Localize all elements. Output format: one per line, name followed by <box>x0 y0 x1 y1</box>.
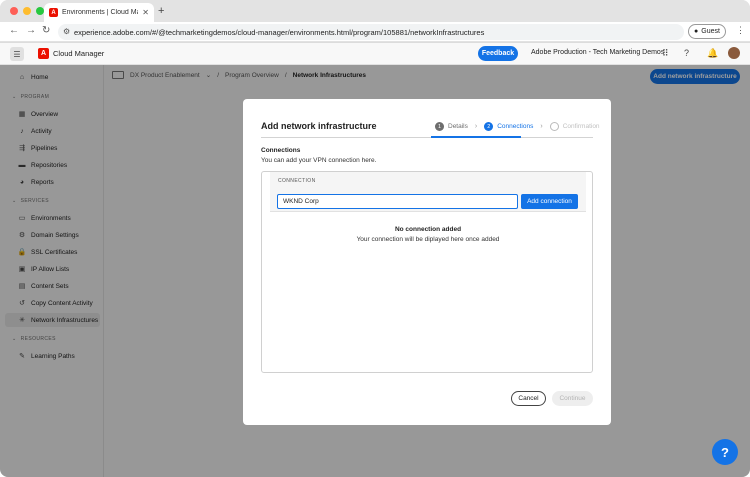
back-icon[interactable]: ← <box>9 25 19 36</box>
avatar[interactable] <box>728 47 740 59</box>
help-chat-button[interactable]: ? <box>712 439 738 465</box>
window-controls <box>10 7 44 15</box>
browser-tab[interactable]: A Environments | Cloud Manager ✕ <box>44 3 154 22</box>
connections-panel: CONNECTION Add connection No connection … <box>261 171 593 373</box>
dialog-title: Add network infrastructure <box>261 121 377 131</box>
guest-label: Guest <box>701 28 720 35</box>
close-tab-icon[interactable]: ✕ <box>142 8 149 17</box>
org-switcher[interactable]: Adobe Production - Tech Marketing Demos <box>531 49 664 56</box>
browser-toolbar: ← → ↻ ⚙ experience.adobe.com/#/@techmark… <box>0 22 750 42</box>
adobe-favicon-icon: A <box>49 8 58 17</box>
close-window-button[interactable] <box>10 7 18 15</box>
site-settings-icon[interactable]: ⚙ <box>63 27 70 36</box>
tab-title: Environments | Cloud Manager <box>62 9 138 16</box>
apps-grid-icon[interactable]: ⠿ <box>662 48 669 59</box>
empty-state-title: No connection added <box>394 226 462 233</box>
feedback-button[interactable]: Feedback <box>478 46 518 61</box>
menu-toggle-icon[interactable]: ☰ <box>10 47 24 61</box>
reload-icon[interactable]: ↻ <box>42 25 50 36</box>
step-3-indicator <box>549 122 559 131</box>
continue-button[interactable]: Continue <box>552 391 593 406</box>
minimize-window-button[interactable] <box>23 7 31 15</box>
profile-icon: ● <box>694 28 699 35</box>
section-title: Connections <box>261 147 301 154</box>
divider <box>261 136 593 138</box>
connection-name-input[interactable] <box>277 194 518 209</box>
chevron-right-icon: › <box>540 123 543 130</box>
step-1-indicator: 1 <box>435 122 444 131</box>
add-connection-button[interactable]: Add connection <box>521 194 578 209</box>
app-name: Cloud Manager <box>53 49 105 58</box>
empty-state-description: Your connection will be diplayed here on… <box>356 236 500 243</box>
step-1-label: Details <box>448 123 468 130</box>
adobe-logo-icon: A <box>38 48 49 59</box>
stepper: 1 Details › 2 Connections › Confirmation <box>435 122 600 131</box>
forward-icon[interactable]: → <box>26 25 36 36</box>
cancel-button[interactable]: Cancel <box>511 391 546 406</box>
connection-form: CONNECTION Add connection <box>270 172 586 212</box>
step-progress-bar <box>431 136 521 138</box>
column-header: CONNECTION <box>278 178 316 184</box>
address-bar[interactable]: ⚙ experience.adobe.com/#/@techmarketingd… <box>58 24 684 40</box>
step-2-label: Connections <box>497 123 534 130</box>
profile-button[interactable]: ● Guest <box>688 24 726 39</box>
chevron-right-icon: › <box>474 123 478 130</box>
url-text: experience.adobe.com/#/@techmarketingdem… <box>74 27 485 37</box>
browser-menu-icon[interactable]: ⋮ <box>736 25 745 36</box>
step-3-label: Confirmation <box>562 123 600 130</box>
tab-strip: A Environments | Cloud Manager ✕ + <box>0 0 750 22</box>
browser-window: A Environments | Cloud Manager ✕ + ← → ↻… <box>0 0 750 477</box>
help-icon[interactable]: ? <box>684 48 689 58</box>
notifications-icon[interactable]: 🔔 <box>707 48 718 59</box>
step-2-indicator: 2 <box>484 122 494 131</box>
maximize-window-button[interactable] <box>36 7 44 15</box>
new-tab-button[interactable]: + <box>158 5 164 17</box>
section-description: You can add your VPN connection here. <box>261 157 377 164</box>
app-header: ☰ A Cloud Manager Feedback Adobe Product… <box>0 43 750 65</box>
add-network-dialog: Add network infrastructure 1 Details › 2… <box>243 99 611 425</box>
